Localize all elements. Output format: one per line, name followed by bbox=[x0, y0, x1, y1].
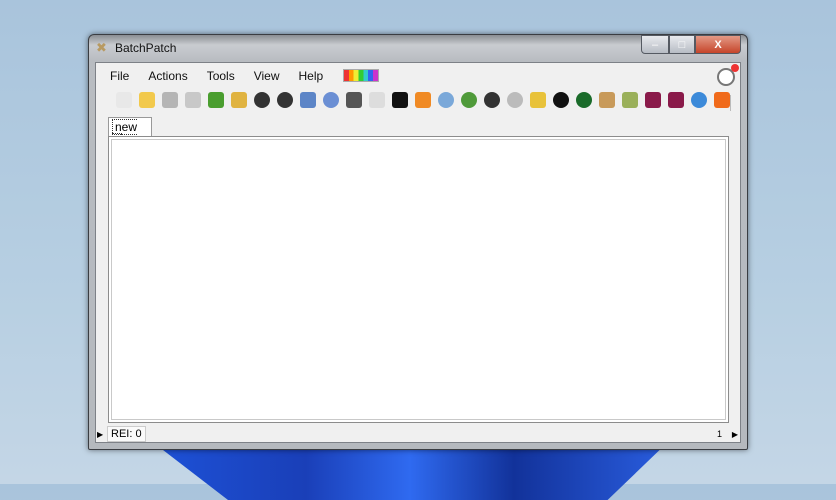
stop-icon[interactable] bbox=[277, 92, 293, 108]
add-hosts-icon[interactable] bbox=[208, 92, 224, 108]
open-folder-icon[interactable] bbox=[139, 92, 155, 108]
terminal-icon[interactable] bbox=[645, 92, 661, 108]
schedule-icon[interactable] bbox=[323, 92, 339, 108]
new-icon[interactable] bbox=[116, 92, 132, 108]
toolbar-separator bbox=[730, 95, 731, 111]
remote-desktop-icon[interactable] bbox=[300, 92, 316, 108]
menu-file[interactable]: File bbox=[110, 69, 129, 83]
terminal-check-icon[interactable] bbox=[668, 92, 684, 108]
batchpatch-app-icon: ✖ bbox=[96, 40, 107, 55]
client-area: File Actions Tools View Help new 1 ▶ REI… bbox=[95, 62, 741, 443]
refresh-icon[interactable] bbox=[461, 92, 477, 108]
scheduler-clock-icon[interactable] bbox=[717, 64, 739, 86]
copy-icon[interactable] bbox=[185, 92, 201, 108]
menu-view[interactable]: View bbox=[254, 69, 280, 83]
status-bar: ▶ REI: 0 1 ▶ bbox=[96, 426, 740, 442]
package-icon[interactable] bbox=[599, 92, 615, 108]
minimize-button[interactable]: – bbox=[641, 35, 669, 54]
scroll-left-icon[interactable]: ▶ bbox=[97, 430, 103, 439]
status-rei: REI: 0 bbox=[107, 426, 146, 442]
toolbar bbox=[116, 92, 737, 108]
menu-actions[interactable]: Actions bbox=[148, 69, 187, 83]
search-zoom-icon[interactable] bbox=[438, 92, 454, 108]
menu-tools[interactable]: Tools bbox=[207, 69, 235, 83]
package-check-icon[interactable] bbox=[622, 92, 638, 108]
status-count: 1 bbox=[716, 429, 722, 439]
color-palette-icon[interactable] bbox=[343, 69, 379, 82]
deployment-icon[interactable] bbox=[346, 92, 362, 108]
menu-bar: File Actions Tools View Help bbox=[110, 69, 342, 83]
groups-icon[interactable] bbox=[231, 92, 247, 108]
unlock-icon[interactable] bbox=[530, 92, 546, 108]
location-pin-icon[interactable] bbox=[392, 92, 408, 108]
play-icon[interactable] bbox=[254, 92, 270, 108]
tab-new-1[interactable]: new 1 bbox=[108, 117, 152, 149]
close-button[interactable]: X bbox=[695, 35, 741, 54]
save-icon[interactable] bbox=[162, 92, 178, 108]
remove-icon[interactable] bbox=[714, 92, 730, 108]
globe-icon[interactable] bbox=[691, 92, 707, 108]
batchpatch-window: ✖ BatchPatch – □ X File Actions Tools Vi… bbox=[88, 34, 748, 450]
grid-area[interactable] bbox=[108, 136, 729, 423]
wheel-icon[interactable] bbox=[553, 92, 569, 108]
maximize-button[interactable]: □ bbox=[669, 35, 695, 54]
diamond-icon[interactable] bbox=[415, 92, 431, 108]
settings-document-icon[interactable] bbox=[369, 92, 385, 108]
menu-help[interactable]: Help bbox=[299, 69, 324, 83]
gear-icon[interactable] bbox=[507, 92, 523, 108]
window-title: BatchPatch bbox=[115, 41, 177, 55]
wheel-check-icon[interactable] bbox=[576, 92, 592, 108]
power-icon[interactable] bbox=[484, 92, 500, 108]
scroll-right-icon[interactable]: ▶ bbox=[732, 430, 738, 439]
